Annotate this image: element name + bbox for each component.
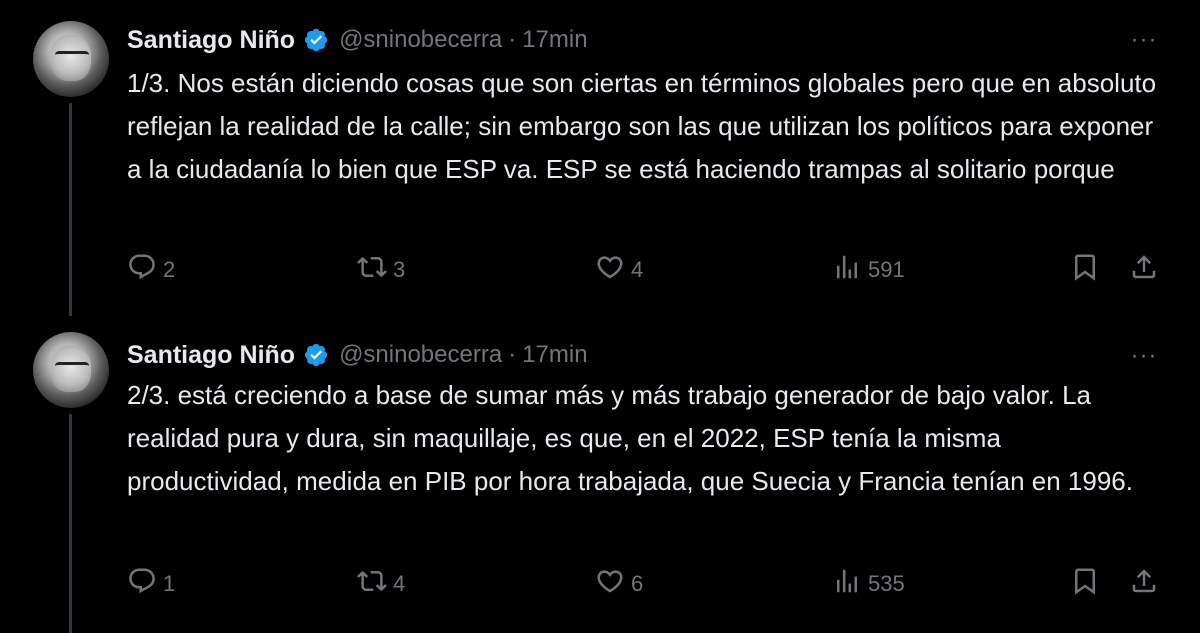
- reply-count: 2: [163, 257, 176, 282]
- share-button[interactable]: [1129, 564, 1159, 604]
- tweet-actions: 1 4 6 535: [127, 564, 1167, 604]
- tweet-header: Santiago Niño @sninobecerra · 17min: [127, 23, 588, 57]
- views-button[interactable]: 535: [832, 564, 905, 604]
- reply-button[interactable]: 1: [127, 564, 175, 604]
- retweet-count: 3: [393, 257, 406, 282]
- retweet-count: 4: [393, 571, 406, 596]
- reply-button[interactable]: 2: [127, 250, 175, 290]
- author-handle[interactable]: @sninobecerra: [339, 26, 502, 54]
- reply-icon: [127, 252, 157, 288]
- reply-count: 1: [163, 571, 176, 596]
- bookmark-icon: [1070, 252, 1100, 288]
- tweet-actions: 2 3 4 591: [127, 250, 1167, 290]
- retweet-button[interactable]: 4: [357, 564, 405, 604]
- thread-line: [69, 414, 72, 633]
- avatar[interactable]: [33, 332, 109, 408]
- views-button[interactable]: 591: [832, 250, 905, 290]
- author-handle[interactable]: @sninobecerra: [339, 341, 502, 369]
- heart-icon: [595, 566, 625, 602]
- reply-icon: [127, 566, 157, 602]
- views-count: 535: [868, 571, 905, 596]
- like-button[interactable]: 4: [595, 250, 643, 290]
- share-button[interactable]: [1129, 250, 1159, 290]
- like-count: 6: [631, 571, 644, 596]
- views-chart-icon: [832, 252, 862, 288]
- separator-dot: ·: [508, 341, 517, 368]
- thread-line: [69, 103, 72, 316]
- views-chart-icon: [832, 566, 862, 602]
- like-count: 4: [631, 257, 644, 282]
- share-icon: [1129, 566, 1159, 602]
- retweet-button[interactable]: 3: [357, 250, 405, 290]
- like-button[interactable]: 6: [595, 564, 643, 604]
- separator-dot: ·: [508, 26, 517, 53]
- tweet[interactable]: Santiago Niño @sninobecerra · 17min ··· …: [0, 0, 1200, 316]
- avatar[interactable]: [33, 21, 109, 97]
- retweet-icon: [357, 252, 387, 288]
- author-name[interactable]: Santiago Niño: [127, 341, 295, 370]
- views-count: 591: [868, 257, 905, 282]
- tweet-text: 2/3. está creciendo a base de sumar más …: [127, 380, 1133, 496]
- bookmark-icon: [1070, 566, 1100, 602]
- tweet-header: Santiago Niño @sninobecerra · 17min: [127, 338, 588, 372]
- bookmark-button[interactable]: [1070, 250, 1100, 290]
- timestamp[interactable]: 17min: [522, 341, 587, 369]
- verified-badge-icon: [303, 27, 329, 53]
- more-options-icon[interactable]: ···: [1126, 342, 1162, 369]
- share-icon: [1129, 252, 1159, 288]
- bookmark-button[interactable]: [1070, 564, 1100, 604]
- retweet-icon: [357, 566, 387, 602]
- author-name[interactable]: Santiago Niño: [127, 26, 295, 55]
- tweet[interactable]: Santiago Niño @sninobecerra · 17min ··· …: [0, 316, 1200, 633]
- timestamp[interactable]: 17min: [522, 26, 587, 54]
- more-options-icon[interactable]: ···: [1126, 26, 1162, 53]
- heart-icon: [595, 252, 625, 288]
- tweet-text: 1/3. Nos están diciendo cosas que son ci…: [127, 68, 1157, 184]
- verified-badge-icon: [303, 342, 329, 368]
